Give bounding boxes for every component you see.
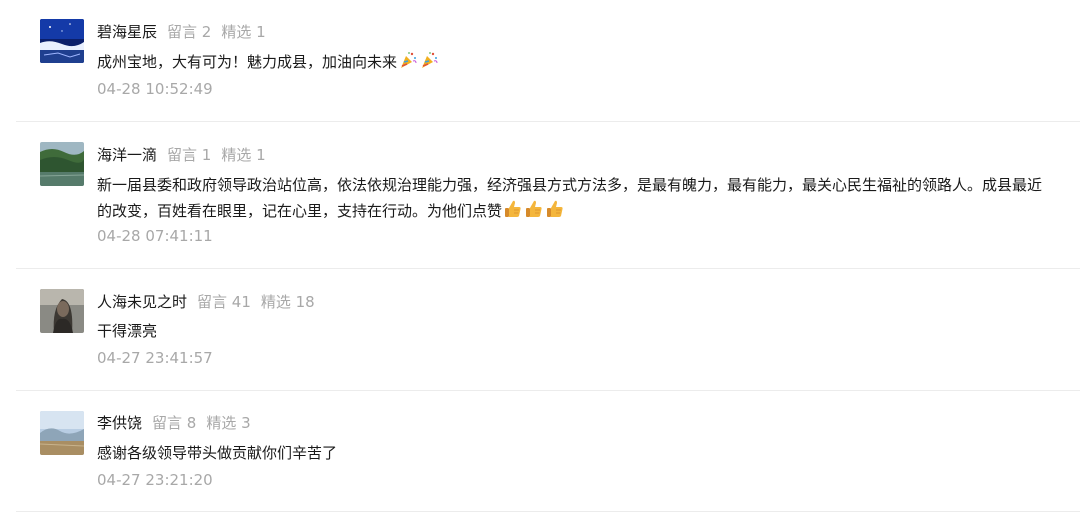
comment-content: 成州宝地，大有可为！魅力成县，加油向未来 — [97, 49, 1050, 75]
nickname[interactable]: 人海未见之时 — [97, 293, 187, 311]
nickname[interactable]: 李供饶 — [97, 414, 142, 432]
divider — [16, 390, 1080, 391]
divider — [16, 268, 1080, 269]
party-popper-icon — [398, 50, 418, 70]
nickname[interactable]: 海洋一滴 — [97, 146, 157, 164]
avatar[interactable] — [40, 19, 84, 63]
featured-count: 精选 3 — [206, 414, 251, 432]
featured-count: 精选 18 — [260, 293, 315, 311]
comment-text: 成州宝地，大有可为！魅力成县，加油向未来 — [97, 53, 398, 71]
avatar[interactable] — [40, 142, 84, 186]
comment-timestamp: 04-28 07:41:11 — [97, 227, 213, 245]
comment-list: 碧海星辰 留言 2 精选 1 成州宝地，大有可为！魅力成县，加油向未来 04-28 … — [0, 0, 1080, 513]
party-popper-icon — [419, 50, 439, 70]
message-count: 留言 8 — [152, 414, 197, 432]
featured-count: 精选 1 — [221, 23, 266, 41]
avatar[interactable] — [40, 411, 84, 455]
featured-count: 精选 1 — [221, 146, 266, 164]
comment-timestamp: 04-28 10:52:49 — [97, 80, 213, 98]
comment-timestamp: 04-27 23:41:57 — [97, 349, 213, 367]
divider — [16, 121, 1080, 122]
comment-text: 新一届县委和政府领导政治站位高，依法依规治理能力强，经济强县方式方法多，是最有魄… — [97, 176, 1043, 220]
nickname[interactable]: 碧海星辰 — [97, 23, 157, 41]
message-count: 留言 1 — [167, 146, 212, 164]
divider — [16, 511, 1080, 512]
message-count: 留言 41 — [197, 293, 251, 311]
avatar[interactable] — [40, 289, 84, 333]
comment-text: 感谢各级领导带头做贡献你们辛苦了 — [97, 444, 338, 462]
thumbs-up-icon — [524, 199, 544, 219]
thumbs-up-icon — [503, 199, 523, 219]
comment-timestamp: 04-27 23:21:20 — [97, 471, 213, 489]
message-count: 留言 2 — [167, 23, 212, 41]
thumbs-up-icon — [545, 199, 565, 219]
comment-text: 干得漂亮 — [97, 322, 158, 340]
comment-content: 干得漂亮 — [97, 318, 1050, 344]
comment-content: 感谢各级领导带头做贡献你们辛苦了 — [97, 440, 1050, 466]
comment-content: 新一届县委和政府领导政治站位高，依法依规治理能力强，经济强县方式方法多，是最有魄… — [97, 172, 1050, 224]
